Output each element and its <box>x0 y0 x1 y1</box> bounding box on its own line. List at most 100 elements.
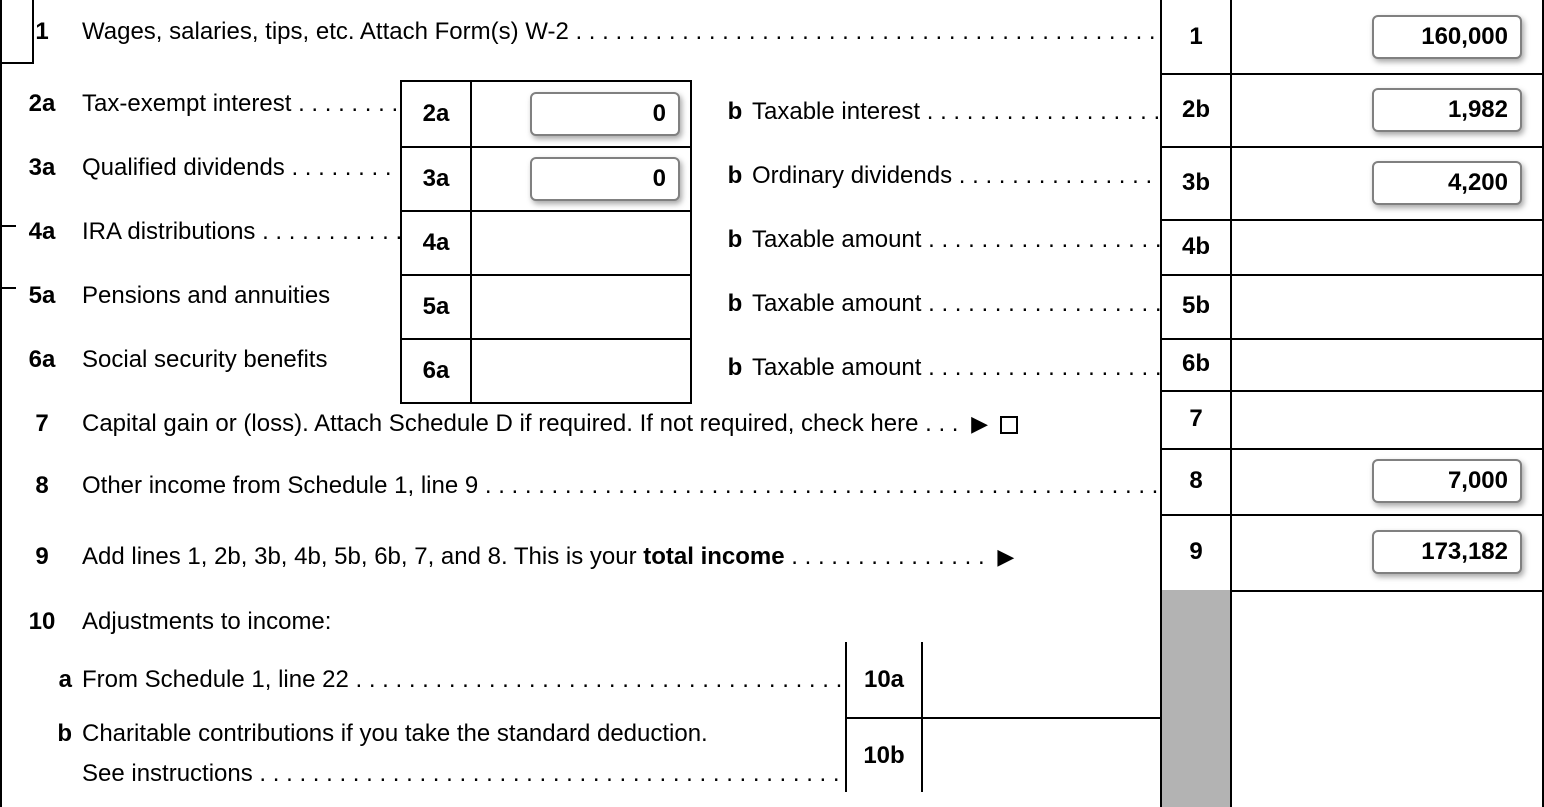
line-9-number: 9 <box>2 543 82 571</box>
right-3b-amt[interactable]: 4,200 <box>1232 146 1542 219</box>
mid-row-4a: 4a <box>402 210 692 274</box>
line-6b-label: Taxable amount <box>752 354 1160 382</box>
line-4b-label: Taxable amount <box>752 226 1160 254</box>
right-1-num: 1 <box>1162 0 1232 73</box>
line-6a-label: Social security benefits <box>82 346 400 374</box>
line-7-checkbox[interactable] <box>1000 416 1018 434</box>
line-9: 9 Add lines 1, 2b, 3b, 4b, 5b, 6b, 7, an… <box>2 543 1160 571</box>
line-5a-label: Pensions and annuities <box>82 282 400 310</box>
right-4b-amt[interactable] <box>1232 219 1542 274</box>
line-4a-label: IRA distributions <box>82 218 400 246</box>
right-7-num: 7 <box>1162 390 1232 448</box>
right-9-amt[interactable]: 173,182 <box>1232 514 1542 590</box>
line-5b-label-block: b Taxable amount <box>718 272 1160 336</box>
line-3a-label: Qualified dividends <box>82 154 400 182</box>
line-10-number: 10 <box>2 608 82 636</box>
line-1: 1 Wages, salaries, tips, etc. Attach For… <box>2 18 1160 46</box>
sub-10b-num: 10b <box>847 719 923 792</box>
arrow-icon: ▶ <box>991 544 1020 569</box>
line-10b-number: b <box>2 720 82 748</box>
line-10b-label-2: See instructions <box>82 760 845 788</box>
right-7-amt[interactable] <box>1232 390 1542 448</box>
line-7-number: 7 <box>2 410 82 438</box>
line-10a-label: From Schedule 1, line 22 <box>82 666 845 694</box>
b-letter: b <box>718 162 752 190</box>
line-10b-label-1: Charitable contributions if you take the… <box>82 720 845 748</box>
right-2b-num: 2b <box>1162 73 1232 146</box>
mid-4a-num: 4a <box>402 212 472 274</box>
b-letter: b <box>718 354 752 382</box>
right-5b-num: 5b <box>1162 274 1232 338</box>
right-4b-num: 4b <box>1162 219 1232 274</box>
line-4a: 4a IRA distributions <box>2 218 400 246</box>
line-1-label: Wages, salaries, tips, etc. Attach Form(… <box>82 18 1160 46</box>
right-row-7: 7 <box>1162 390 1542 448</box>
line-9-label: Add lines 1, 2b, 3b, 4b, 5b, 6b, 7, and … <box>82 543 1160 571</box>
line-6a-number: 6a <box>2 346 82 374</box>
line-2a-label: Tax-exempt interest <box>82 90 400 118</box>
line-10b-cont: See instructions <box>2 760 845 788</box>
mid-3a-val[interactable]: 0 <box>472 148 692 210</box>
mid-6a-val[interactable] <box>472 340 692 402</box>
form-1040-income-section: 1 Wages, salaries, tips, etc. Attach For… <box>0 0 1544 807</box>
b-letter: b <box>718 290 752 318</box>
line-7: 7 Capital gain or (loss). Attach Schedul… <box>2 410 1160 438</box>
right-1-amt[interactable]: 160,000 <box>1232 0 1542 73</box>
right-9-num: 9 <box>1162 514 1232 590</box>
mid-6a-num: 6a <box>402 340 472 402</box>
line-3a: 3a Qualified dividends <box>2 154 400 182</box>
mid-row-6a: 6a <box>402 338 692 402</box>
b-letter: b <box>718 98 752 126</box>
sub-row-10b: 10b <box>847 717 1163 792</box>
mid-amount-table: 2a 0 3a 0 4a 5a 6a <box>400 80 692 404</box>
line-8-label: Other income from Schedule 1, line 9 <box>82 472 1160 500</box>
right-row-2b: 2b 1,982 <box>1162 73 1542 146</box>
right-row-5b: 5b <box>1162 274 1542 338</box>
line-2a-number: 2a <box>2 90 82 118</box>
right-6b-num: 6b <box>1162 338 1232 390</box>
sub-10b-val[interactable] <box>923 719 1163 792</box>
line-7-label: Capital gain or (loss). Attach Schedule … <box>82 410 1160 438</box>
line-5a-number: 5a <box>2 282 82 310</box>
line-8: 8 Other income from Schedule 1, line 9 <box>2 472 1160 500</box>
right-row-6b: 6b <box>1162 338 1542 390</box>
line-10-subtable: 10a 10b <box>845 642 1163 792</box>
mid-4a-val[interactable] <box>472 212 692 274</box>
right-2b-amt[interactable]: 1,982 <box>1232 73 1542 146</box>
line-8-number: 8 <box>2 472 82 500</box>
sub-row-10a: 10a <box>847 642 1163 717</box>
right-row-1: 1 160,000 <box>1162 0 1542 73</box>
mid-5a-val[interactable] <box>472 276 692 338</box>
line-6a: 6a Social security benefits <box>2 346 400 374</box>
right-8-num: 8 <box>1162 448 1232 514</box>
line-5b-label: Taxable amount <box>752 290 1160 318</box>
line-6b-label-block: b Taxable amount <box>718 336 1160 400</box>
line-2a: 2a Tax-exempt interest <box>2 90 400 118</box>
right-row-4b: 4b <box>1162 219 1542 274</box>
right-6b-amt[interactable] <box>1232 338 1542 390</box>
mid-row-3a: 3a 0 <box>402 146 692 210</box>
mid-row-5a: 5a <box>402 274 692 338</box>
arrow-icon: ▶ <box>965 411 994 436</box>
mid-5a-num: 5a <box>402 276 472 338</box>
right-row-9: 9 173,182 <box>1162 514 1542 590</box>
b-letter: b <box>718 226 752 254</box>
line-3b-label-block: b Ordinary dividends <box>718 144 1160 208</box>
line-10: 10 Adjustments to income: <box>2 608 1160 636</box>
right-shade-10 <box>1162 590 1232 807</box>
right-5b-amt[interactable] <box>1232 274 1542 338</box>
mid-3a-num: 3a <box>402 148 472 210</box>
right-amount-column: 1 160,000 2b 1,982 3b 4,200 4b 5b 6b <box>1160 0 1542 807</box>
right-row-3b: 3b 4,200 <box>1162 146 1542 219</box>
right-8-amt[interactable]: 7,000 <box>1232 448 1542 514</box>
line-10b: b Charitable contributions if you take t… <box>2 720 845 748</box>
line-5a: 5a Pensions and annuities <box>2 282 400 310</box>
sub-10a-val[interactable] <box>923 642 1163 717</box>
mid-2a-num: 2a <box>402 82 472 146</box>
sub-10a-num: 10a <box>847 642 923 717</box>
right-row-8: 8 7,000 <box>1162 448 1542 514</box>
line-4a-number: 4a <box>2 218 82 246</box>
mid-2a-val[interactable]: 0 <box>472 82 692 146</box>
mid-row-2a: 2a 0 <box>402 82 692 146</box>
line-10a: a From Schedule 1, line 22 <box>2 666 845 694</box>
